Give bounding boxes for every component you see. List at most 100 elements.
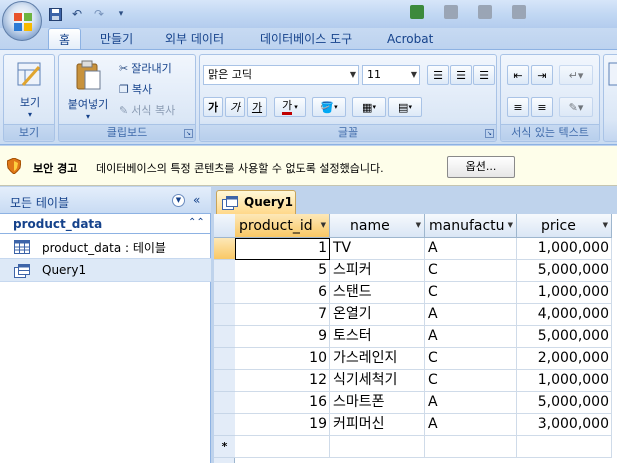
table-row[interactable]: 19 커피머신 A 3,000,000 [214, 414, 617, 436]
decrease-indent-button[interactable]: ⇤ [507, 65, 529, 85]
align-center-button[interactable]: ☰ [450, 65, 472, 85]
fill-color-button[interactable]: 🪣 ▾ [312, 97, 346, 117]
cell-price[interactable]: 5,000,000 [517, 260, 612, 282]
new-cell-product-id[interactable] [235, 436, 330, 458]
table-row[interactable]: 12 식기세척기 C 1,000,000 [214, 370, 617, 392]
cell-product-id[interactable]: 6 [235, 282, 330, 304]
cell-name[interactable]: 스마트폰 [330, 392, 425, 414]
cell-manufacturer[interactable]: A [425, 414, 517, 436]
new-record-marker[interactable]: * [214, 436, 235, 458]
cell-price[interactable]: 1,000,000 [517, 238, 612, 260]
nav-item-query1[interactable]: Query1 [0, 258, 211, 282]
cell-name[interactable]: 토스터 [330, 326, 425, 348]
cell-name[interactable]: TV [330, 238, 425, 260]
cell-name[interactable]: 온열기 [330, 304, 425, 326]
record-selector[interactable] [214, 348, 235, 370]
cell-manufacturer[interactable]: A [425, 304, 517, 326]
cell-price[interactable]: 4,000,000 [517, 304, 612, 326]
table-row[interactable]: 7 온열기 A 4,000,000 [214, 304, 617, 326]
record-selector[interactable] [214, 238, 235, 260]
cell-product-id[interactable]: 5 [235, 260, 330, 282]
cell-name[interactable]: 스탠드 [330, 282, 425, 304]
cell-name[interactable]: 식기세척기 [330, 370, 425, 392]
font-size-combo[interactable]: 11 ▼ [362, 65, 420, 85]
copy-button[interactable]: ❐ 복사 [119, 81, 152, 97]
highlight-button[interactable]: ✎▾ [559, 97, 593, 117]
cell-product-id[interactable]: 16 [235, 392, 330, 414]
cell-manufacturer[interactable]: C [425, 348, 517, 370]
column-dropdown-icon[interactable]: ▼ [508, 221, 513, 229]
cell-manufacturer[interactable]: A [425, 392, 517, 414]
undo-icon[interactable]: ↶ [68, 5, 86, 23]
cell-manufacturer[interactable]: A [425, 238, 517, 260]
record-selector[interactable] [214, 304, 235, 326]
new-cell-name[interactable] [330, 436, 425, 458]
new-cell-manufacturer[interactable] [425, 436, 517, 458]
new-record-row[interactable]: * [214, 436, 617, 458]
cell-manufacturer[interactable]: C [425, 260, 517, 282]
tab-acrobat[interactable]: Acrobat [387, 28, 433, 50]
shutter-bar-collapse-icon[interactable]: « [193, 193, 200, 207]
nav-group-header[interactable]: product_data ⌃⌃ [0, 216, 211, 234]
font-color-button[interactable]: 가 ▾ [274, 97, 306, 117]
table-row[interactable]: 6 스탠드 C 1,000,000 [214, 282, 617, 304]
numbering-button[interactable]: ≡ [507, 97, 529, 117]
clipboard-launcher-icon[interactable]: ↘ [184, 129, 193, 138]
column-header-price[interactable]: price ▼ [517, 214, 612, 238]
tab-query1[interactable]: Query1 [216, 190, 296, 214]
customize-icon[interactable]: ▾ [112, 5, 130, 23]
align-right-button[interactable]: ☰ [473, 65, 495, 85]
table-row[interactable]: 9 토스터 A 5,000,000 [214, 326, 617, 348]
options-button[interactable]: 옵션... [447, 156, 515, 178]
cell-name[interactable]: 스피커 [330, 260, 425, 282]
select-all-corner[interactable] [214, 214, 235, 238]
cell-price[interactable]: 3,000,000 [517, 414, 612, 436]
table-row[interactable]: 16 스마트폰 A 5,000,000 [214, 392, 617, 414]
column-dropdown-icon[interactable]: ▼ [416, 221, 421, 229]
cell-price[interactable]: 5,000,000 [517, 326, 612, 348]
font-name-combo[interactable]: 맑은 고딕 ▼ [203, 65, 359, 85]
cell-product-id[interactable]: 10 [235, 348, 330, 370]
nav-pane-header[interactable]: 모든 테이블 ▼ « [0, 187, 211, 214]
cell-product-id[interactable]: 12 [235, 370, 330, 392]
cell-product-id[interactable]: 9 [235, 326, 330, 348]
italic-button[interactable]: 가 [225, 97, 245, 117]
bold-button[interactable]: 가 [203, 97, 223, 117]
cell-product-id[interactable]: 7 [235, 304, 330, 326]
record-selector[interactable] [214, 326, 235, 348]
collapse-group-icon[interactable]: ⌃⌃ [188, 217, 205, 228]
new-cell-price[interactable] [517, 436, 612, 458]
cut-button[interactable]: ✂ 잘라내기 [119, 60, 172, 76]
gridlines-button[interactable]: ▦ ▾ [352, 97, 386, 117]
tab-home[interactable]: 홈 [48, 28, 82, 50]
table-row[interactable]: 5 스피커 C 5,000,000 [214, 260, 617, 282]
record-selector[interactable] [214, 414, 235, 436]
redo-icon[interactable]: ↷ [90, 5, 108, 23]
cell-price[interactable]: 1,000,000 [517, 370, 612, 392]
cell-manufacturer[interactable]: C [425, 370, 517, 392]
cell-manufacturer[interactable]: A [425, 326, 517, 348]
format-painter-button[interactable]: ✎ 서식 복사 [119, 102, 175, 118]
records-button-partial[interactable] [606, 59, 617, 94]
nav-menu-dropdown-icon[interactable]: ▼ [172, 194, 185, 207]
record-selector[interactable] [214, 282, 235, 304]
tab-external-data[interactable]: 외부 데이터 [165, 28, 224, 50]
align-left-button[interactable]: ☰ [427, 65, 449, 85]
table-row[interactable]: 1 TV A 1,000,000 [214, 238, 617, 260]
cell-price[interactable]: 1,000,000 [517, 282, 612, 304]
table-row[interactable]: 10 가스레인지 C 2,000,000 [214, 348, 617, 370]
cell-price[interactable]: 5,000,000 [517, 392, 612, 414]
column-dropdown-icon[interactable]: ▼ [321, 221, 326, 229]
nav-item-product-data-table[interactable]: product_data : 테이블 [0, 235, 211, 259]
font-launcher-icon[interactable]: ↘ [485, 129, 494, 138]
column-dropdown-icon[interactable]: ▼ [603, 221, 608, 229]
view-button[interactable]: 보기 ▾ [8, 59, 52, 119]
office-button[interactable] [2, 1, 42, 41]
bullets-button[interactable]: ≡ [531, 97, 553, 117]
cell-name[interactable]: 커피머신 [330, 414, 425, 436]
column-header-name[interactable]: name ▼ [330, 214, 425, 238]
column-header-manufacturer[interactable]: manufactu ▼ [425, 214, 517, 238]
alt-fill-button[interactable]: ▤ ▾ [388, 97, 422, 117]
cell-name[interactable]: 가스레인지 [330, 348, 425, 370]
cell-manufacturer[interactable]: C [425, 282, 517, 304]
